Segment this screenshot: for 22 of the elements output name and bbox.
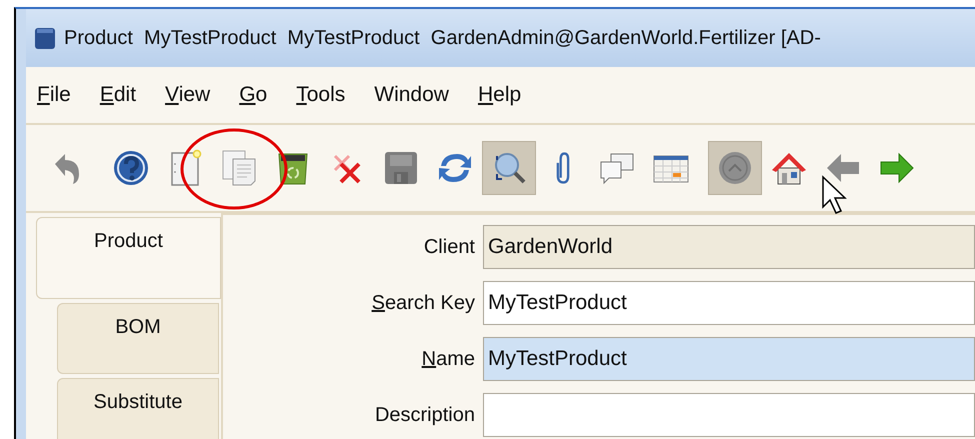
- menu-item[interactable]: File: [37, 79, 71, 111]
- help-icon: [111, 148, 151, 188]
- text-field[interactable]: MyTestProduct: [483, 281, 975, 325]
- menu-item[interactable]: Window: [374, 79, 449, 111]
- field-label: Name: [420, 347, 475, 372]
- side-tab[interactable]: BOM: [57, 303, 219, 374]
- field-label: Description: [374, 403, 475, 428]
- text-field[interactable]: MyTestProduct: [483, 337, 975, 381]
- field-label: Client: [422, 235, 475, 260]
- field-label: Search Key: [370, 291, 475, 316]
- menu-item[interactable]: Edit: [100, 79, 136, 111]
- side-tab[interactable]: Product: [36, 217, 221, 299]
- menu-item[interactable]: Tools: [296, 79, 346, 111]
- paperclip-icon: [556, 151, 570, 185]
- app-icon: [34, 26, 56, 50]
- text-field[interactable]: [483, 393, 975, 437]
- text-field[interactable]: GardenWorld: [483, 225, 975, 269]
- side-tab[interactable]: Substitute: [57, 378, 219, 439]
- menu-item[interactable]: Go: [239, 79, 268, 111]
- menu-item[interactable]: View: [165, 79, 210, 111]
- menu-item[interactable]: Help: [478, 79, 522, 111]
- window-title: Product MyTestProduct MyTestProduct GardenAdmin@GardenWorld.Fertilizer [AD-: [64, 26, 821, 51]
